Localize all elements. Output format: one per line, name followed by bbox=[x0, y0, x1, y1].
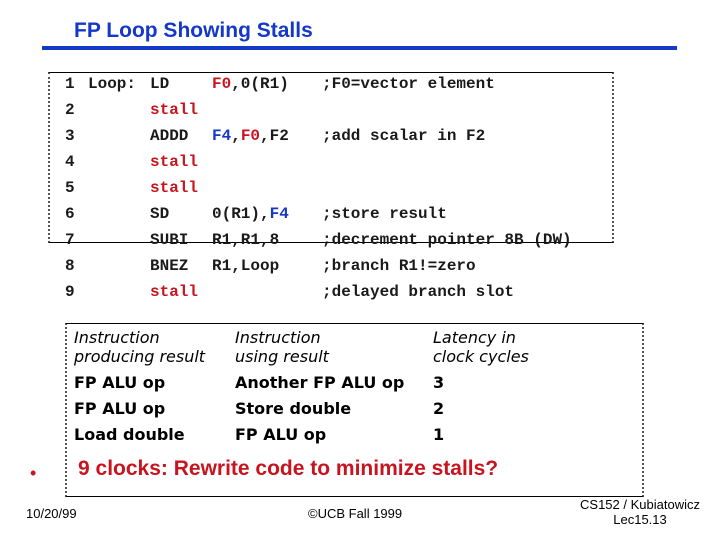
operand-text: R1,Loop bbox=[212, 257, 280, 275]
line-number: 5 bbox=[65, 179, 75, 197]
footer-lecture-number: Lec15.13 bbox=[613, 512, 667, 527]
bullet-text: 9 clocks: Rewrite code to minimize stall… bbox=[78, 457, 499, 480]
code-comment: ;F0=vector element bbox=[322, 75, 495, 93]
code-comment: ;decrement pointer 8B (DW) bbox=[322, 231, 572, 249]
code-comment: ;delayed branch slot bbox=[322, 283, 515, 301]
latency-cell: 1 bbox=[433, 425, 445, 444]
line-number: 3 bbox=[65, 127, 75, 145]
code-comment: ;store result bbox=[322, 205, 447, 223]
header-line: Latency in bbox=[433, 328, 516, 347]
header-line: clock cycles bbox=[433, 347, 529, 366]
footer-date: 10/20/99 bbox=[26, 506, 77, 521]
line-number: 2 bbox=[65, 101, 75, 119]
footer-course-name: CS152 / Kubiatowicz bbox=[580, 497, 700, 512]
stall-marker: stall bbox=[150, 283, 199, 301]
line-number: 1 bbox=[65, 75, 75, 93]
header-line: Instruction bbox=[74, 328, 160, 347]
latency-cell: FP ALU op bbox=[74, 373, 166, 392]
stall-marker: stall bbox=[150, 179, 199, 197]
operands: R1,Loop bbox=[212, 257, 279, 275]
footer-copyright: ©UCB Fall 1999 bbox=[308, 506, 403, 521]
line-number: 6 bbox=[65, 205, 75, 223]
opcode: ADDD bbox=[150, 127, 189, 145]
register-highlight: F4 bbox=[269, 205, 289, 223]
stall-marker: stall bbox=[150, 153, 199, 171]
operands: F0,0(R1) bbox=[212, 75, 289, 93]
operand-text: 0(R1), bbox=[212, 205, 270, 223]
latency-cell: Load double bbox=[74, 425, 185, 444]
code-comment: ;add scalar in F2 bbox=[322, 127, 486, 145]
register-highlight: F0 bbox=[212, 75, 232, 93]
operand-text: R1,R1,8 bbox=[212, 231, 280, 249]
line-number: 4 bbox=[65, 153, 75, 171]
opcode: SD bbox=[150, 205, 170, 223]
latency-header-cycles: Latency in clock cycles bbox=[433, 328, 529, 366]
latency-header-producer: Instruction producing result bbox=[74, 328, 205, 366]
header-line: producing result bbox=[74, 347, 206, 366]
loop-label: Loop: bbox=[88, 75, 137, 93]
slide-title: FP Loop Showing Stalls bbox=[74, 19, 313, 42]
operands: R1,R1,8 bbox=[212, 231, 279, 249]
header-line: using result bbox=[235, 347, 329, 366]
operand-text: ,F2 bbox=[260, 127, 289, 145]
line-number: 9 bbox=[65, 283, 75, 301]
code-comment: ;branch R1!=zero bbox=[322, 257, 476, 275]
line-number: 8 bbox=[65, 257, 75, 275]
stall-marker: stall bbox=[150, 101, 199, 119]
latency-cell: 2 bbox=[433, 399, 445, 418]
opcode: LD bbox=[150, 75, 170, 93]
footer-course: CS152 / Kubiatowicz Lec15.13 bbox=[570, 497, 710, 527]
latency-cell: FP ALU op bbox=[74, 399, 166, 418]
operand-text: , bbox=[231, 127, 241, 145]
header-line: Instruction bbox=[235, 328, 321, 347]
register-highlight: F4 bbox=[212, 127, 232, 145]
bullet-marker: • bbox=[30, 463, 37, 483]
operands: F4,F0,F2 bbox=[212, 127, 289, 145]
latency-cell: Store double bbox=[235, 399, 352, 418]
opcode: BNEZ bbox=[150, 257, 189, 275]
latency-cell: 3 bbox=[433, 373, 445, 392]
line-number: 7 bbox=[65, 231, 75, 249]
latency-cell: Another FP ALU op bbox=[235, 373, 405, 392]
latency-header-consumer: Instruction using result bbox=[235, 328, 329, 366]
register-highlight: F0 bbox=[240, 127, 261, 145]
title-underline bbox=[42, 46, 677, 50]
operand-text: ,0(R1) bbox=[231, 75, 289, 93]
latency-cell: FP ALU op bbox=[235, 425, 327, 444]
operands: 0(R1),F4 bbox=[212, 205, 289, 223]
opcode: SUBI bbox=[150, 231, 189, 249]
